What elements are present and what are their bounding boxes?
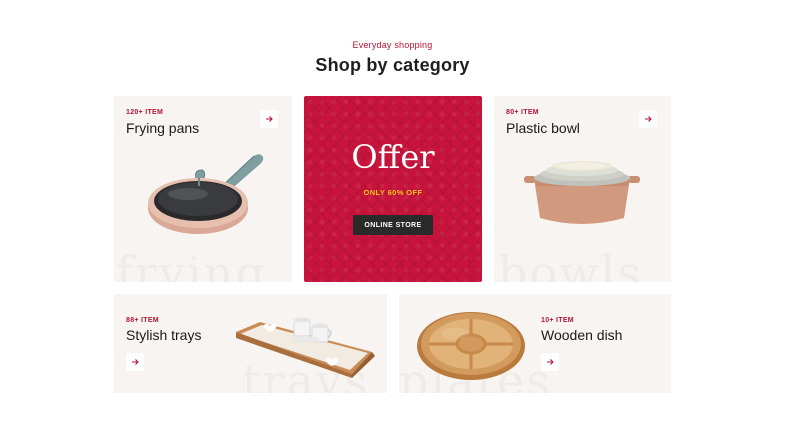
arrow-button[interactable] bbox=[126, 353, 144, 371]
arrow-right-icon bbox=[645, 116, 652, 122]
item-count: 10+ ITEM bbox=[541, 317, 574, 324]
category-name: Stylish trays bbox=[126, 327, 202, 343]
wooden-tray-image bbox=[236, 317, 375, 378]
section-title: Shop by category bbox=[315, 55, 470, 75]
arrow-right-icon bbox=[547, 359, 554, 365]
offer-title: Offer bbox=[351, 138, 435, 176]
arrow-right-icon bbox=[266, 116, 273, 122]
arrow-right-icon bbox=[132, 359, 139, 365]
arrow-button[interactable] bbox=[260, 110, 278, 128]
background-watermark: frying bbox=[116, 246, 267, 282]
item-count: 88+ ITEM bbox=[126, 317, 159, 324]
arrow-button[interactable] bbox=[541, 353, 559, 371]
category-card-plastic-bowl[interactable]: bowls 80+ ITEM Plastic bowl bbox=[494, 96, 671, 282]
item-count: 80+ ITEM bbox=[506, 109, 539, 116]
category-card-frying-pans[interactable]: frying 120+ ITEM Frying pans bbox=[114, 96, 292, 282]
plastic-bowl-image bbox=[524, 161, 640, 224]
category-name: Plastic bowl bbox=[506, 120, 580, 136]
category-card-wooden-dish[interactable]: plates 10+ ITEM Wooden dish bbox=[399, 294, 671, 393]
category-name: Wooden dish bbox=[541, 327, 623, 343]
wooden-dish-image bbox=[417, 312, 525, 380]
section-eyebrow: Everyday shopping bbox=[352, 40, 433, 50]
arrow-button[interactable] bbox=[639, 110, 657, 128]
item-count: 120+ ITEM bbox=[126, 109, 164, 116]
background-watermark: bowls bbox=[498, 246, 643, 282]
category-card-stylish-trays[interactable]: trays 88+ ITEM Stylish trays bbox=[114, 294, 387, 393]
frying-pan-image bbox=[148, 154, 264, 234]
online-store-button[interactable]: ONLINE STORE bbox=[353, 215, 433, 235]
category-name: Frying pans bbox=[126, 120, 200, 136]
offer-banner: Offer ONLY 60% OFF ONLINE STORE bbox=[304, 96, 482, 282]
offer-subtitle: ONLY 60% OFF bbox=[363, 188, 423, 197]
